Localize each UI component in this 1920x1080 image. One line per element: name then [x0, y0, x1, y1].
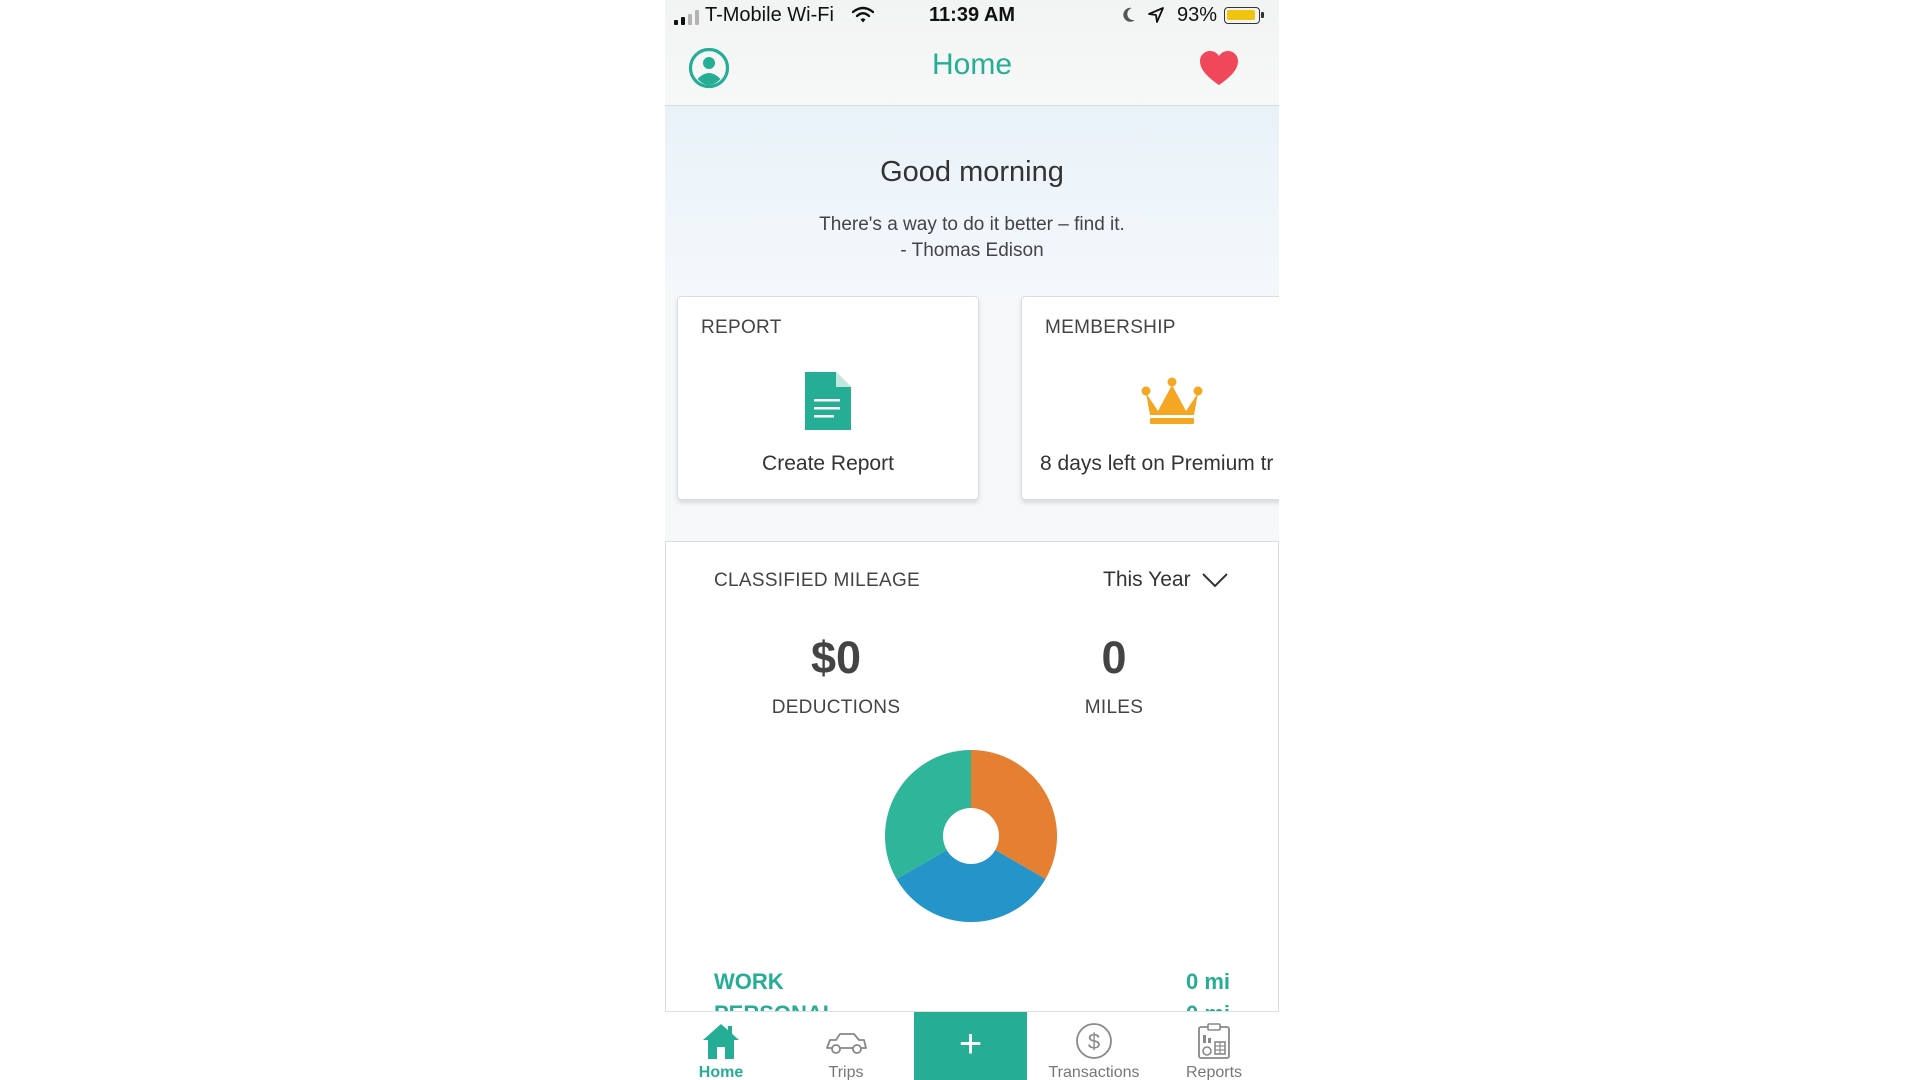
classified-mileage-panel: CLASSIFIED MILEAGE This Year $0 DEDUCTIO… — [665, 541, 1279, 1013]
dollar-icon: $ — [1076, 1023, 1112, 1059]
deductions-value: $0 — [810, 632, 862, 683]
membership-card[interactable]: MEMBERSHIP 8 days left on Premium tr — [1021, 296, 1279, 500]
document-icon — [805, 372, 851, 430]
work-label: WORK — [714, 969, 784, 994]
quote-text: There's a way to do it better – find it. — [819, 214, 1125, 235]
tab-transactions[interactable]: $ Transactions — [1038, 1012, 1150, 1080]
tab-trips[interactable]: Trips — [790, 1012, 902, 1080]
battery-icon — [1224, 7, 1264, 24]
tab-reports-label: Reports — [1185, 1064, 1243, 1080]
tab-trips-label: Trips — [828, 1064, 864, 1080]
report-card-label: REPORT — [701, 317, 782, 338]
location-arrow-icon — [1148, 7, 1164, 23]
tab-bar: Home Trips + $ Transactions Reports — [665, 1011, 1279, 1080]
phone-screen: T-Mobile Wi-Fi 11:39 AM 93% Home Good mo… — [665, 0, 1279, 1080]
top-bar: T-Mobile Wi-Fi 11:39 AM 93% Home — [665, 0, 1279, 106]
crown-icon — [1141, 377, 1203, 424]
mileage-donut-chart — [885, 750, 1057, 922]
greeting-title: Good morning — [880, 156, 1064, 188]
miles-label: MILES — [1084, 697, 1144, 718]
add-button[interactable]: + — [914, 1012, 1027, 1080]
miles-value: 0 — [1101, 632, 1127, 683]
work-value: 0 mi — [1185, 969, 1230, 994]
cards-row: REPORT Create Report MEMBERSHIP 8 days l… — [665, 296, 1279, 546]
reports-icon — [1198, 1023, 1230, 1059]
plus-icon: + — [958, 1022, 983, 1066]
svg-text:$: $ — [1088, 1029, 1100, 1054]
tab-reports[interactable]: Reports — [1158, 1012, 1270, 1080]
create-report-text: Create Report — [762, 452, 894, 475]
tab-home-label: Home — [698, 1064, 744, 1080]
quote-author: - Thomas Edison — [900, 240, 1044, 261]
report-card[interactable]: REPORT Create Report — [677, 296, 979, 500]
status-bar: T-Mobile Wi-Fi 11:39 AM 93% — [665, 0, 1279, 34]
membership-status-text: 8 days left on Premium tr — [1040, 452, 1274, 475]
tab-home[interactable]: Home — [665, 1012, 777, 1080]
chevron-down-icon — [1201, 573, 1228, 588]
mileage-title: CLASSIFIED MILEAGE — [714, 570, 921, 591]
deductions-label: DEDUCTIONS — [771, 697, 901, 718]
membership-card-label: MEMBERSHIP — [1045, 317, 1176, 338]
quote: There's a way to do it better – find it.… — [665, 212, 1279, 264]
tab-transactions-label: Transactions — [1048, 1064, 1140, 1080]
period-dropdown[interactable]: This Year — [1103, 568, 1229, 592]
battery-percent: 93% — [1177, 4, 1218, 26]
home-icon — [703, 1024, 739, 1059]
moon-icon — [1123, 7, 1135, 22]
page-title: Home — [931, 48, 1013, 81]
car-icon — [826, 1033, 867, 1054]
greeting-section: Good morning There's a way to do it bett… — [665, 106, 1279, 296]
heart-icon[interactable] — [1198, 49, 1240, 87]
period-label: This Year — [1103, 568, 1191, 591]
